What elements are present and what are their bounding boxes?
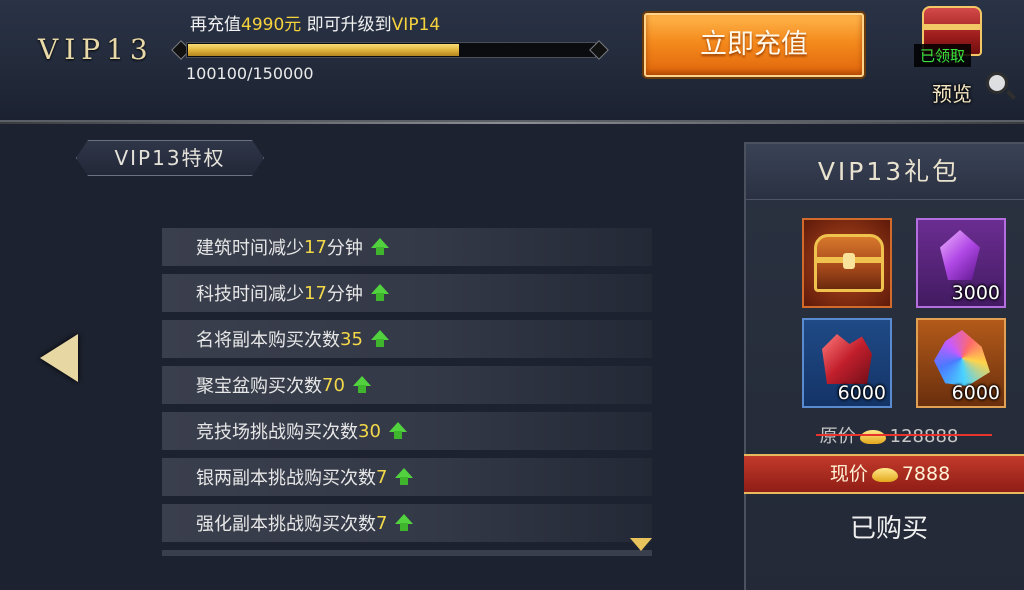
privilege-row: 强化副本挑战购买次数 7 [162, 504, 652, 542]
privilege-value: 7 [376, 512, 388, 534]
privilege-text: 科技时间减少 [196, 284, 304, 305]
upgrade-target: VIP14 [391, 15, 441, 35]
privilege-text: 名将副本购买次数 [196, 330, 340, 351]
upgrade-prefix: 再充值 [190, 15, 241, 35]
privilege-value: 35 [340, 328, 363, 350]
privilege-text: 银两副本挑战购买次数 [196, 468, 376, 489]
privilege-value: 70 [322, 374, 345, 396]
up-arrow-icon [395, 514, 414, 532]
current-price-value: 7888 [901, 463, 951, 485]
preview-label: 预览 [932, 82, 972, 106]
privilege-row: 银两副本挑战购买次数 7 [162, 458, 652, 496]
privilege-row: 名将副本购买次数 35 [162, 320, 652, 358]
gold-ingot-icon [871, 467, 898, 482]
preview-button[interactable]: 已领取 预览 [910, 2, 1020, 112]
gift-item-treasure-chest[interactable] [802, 218, 892, 308]
up-arrow-icon [370, 284, 389, 302]
privilege-unit: 分钟 [326, 238, 363, 259]
arrow-down-icon[interactable] [630, 538, 652, 551]
gift-item-purple-gem[interactable]: 3000 [916, 218, 1006, 308]
privilege-title: VIP13特权 [76, 140, 264, 176]
privilege-text: 建筑时间减少 [196, 238, 304, 259]
purple-gem-icon [940, 230, 980, 280]
original-price-label: 原价 [819, 426, 856, 447]
privilege-value: 17 [304, 282, 327, 304]
progress-text: 100100/150000 [186, 64, 314, 83]
up-arrow-icon [370, 238, 389, 256]
up-arrow-icon [370, 330, 389, 348]
treasure-chest-icon [814, 234, 884, 292]
privilege-row: 科技时间减少 17 分钟 [162, 274, 652, 312]
progress-fill [188, 44, 459, 56]
privilege-row: 竞技场挑战购买次数 30 [162, 412, 652, 450]
purchased-status: 已购买 [849, 514, 928, 544]
multicolor-crystal-icon [934, 330, 990, 386]
progress-track [186, 42, 596, 58]
gold-ingot-icon [859, 430, 886, 444]
strikethrough-line [816, 434, 992, 436]
privilege-row: 聚宝盆购买次数 70 [162, 366, 652, 404]
gift-item-red-crystal[interactable]: 6000 [802, 318, 892, 408]
vip-level-label: VIP13 [38, 33, 154, 66]
gift-panel: VIP13礼包 3000 6000 6000 原价 128888 现价 7888 已… [744, 142, 1024, 590]
privilege-value: 30 [358, 420, 381, 442]
privilege-text: 强化副本挑战购买次数 [196, 514, 376, 535]
privilege-unit: 分钟 [326, 284, 363, 305]
current-price-bar: 现价 7888 [744, 454, 1024, 494]
vip-progress-bar [168, 40, 614, 60]
privilege-row: 建筑时间减少 17 分钟 [162, 228, 652, 266]
gift-amount: 6000 [837, 382, 886, 404]
privilege-list: 建筑时间减少 17 分钟 科技时间减少 17 分钟 名将副本购买次数 35 聚宝盆购买次数… [162, 228, 652, 556]
recharge-button[interactable]: 立即充值 [644, 13, 864, 77]
privilege-value: 17 [304, 236, 327, 258]
privilege-text: 竞技场挑战购买次数 [196, 422, 358, 443]
claimed-badge: 已领取 [914, 44, 972, 67]
upgrade-amount: 4990元 [241, 15, 302, 35]
red-crystal-icon [822, 334, 872, 384]
up-arrow-icon [395, 468, 414, 486]
privilege-text: 聚宝盆购买次数 [196, 376, 322, 397]
up-arrow-icon [352, 376, 371, 394]
arrow-left-icon[interactable] [40, 334, 78, 382]
top-bar: VIP13 再充值4990元 即可升级到VIP14 100100/150000 … [0, 0, 1024, 124]
gift-amount: 3000 [951, 282, 1000, 304]
privilege-value: 7 [376, 466, 388, 488]
gift-item-multicolor-crystal[interactable]: 6000 [916, 318, 1006, 408]
up-arrow-icon [388, 422, 407, 440]
upgrade-hint: 再充值4990元 即可升级到VIP14 [190, 10, 440, 35]
gift-amount: 6000 [951, 382, 1000, 404]
magnifier-icon [986, 72, 1008, 94]
privilege-row-partial [162, 550, 652, 556]
upgrade-suffix: 即可升级到 [301, 15, 392, 35]
original-price: 原价 128888 [746, 422, 1024, 448]
current-price-label: 现价 [829, 463, 868, 485]
gift-title: VIP13礼包 [746, 144, 1024, 200]
original-price-value: 128888 [889, 426, 959, 447]
